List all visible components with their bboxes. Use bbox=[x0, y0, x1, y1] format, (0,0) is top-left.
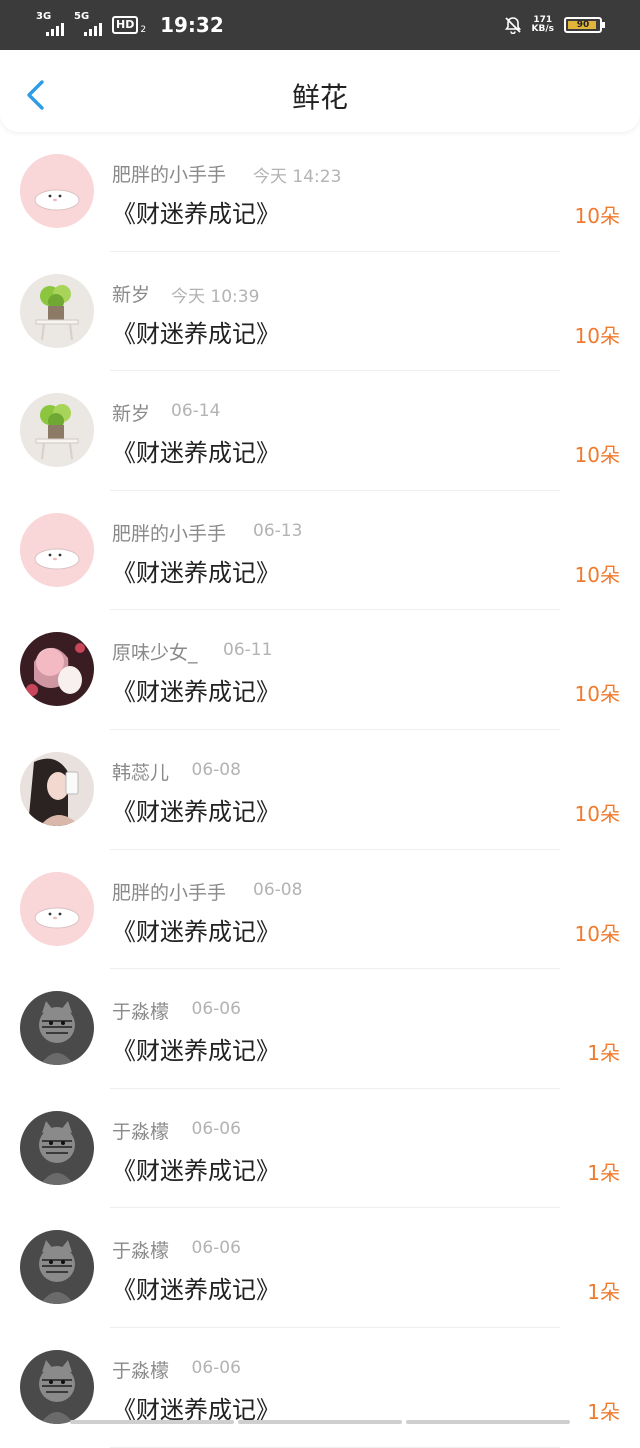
book-title: 《财迷养成记》 bbox=[112, 1156, 280, 1185]
book-title: 《财迷养成记》 bbox=[112, 917, 280, 946]
timestamp: 06-06 bbox=[191, 1118, 241, 1139]
list-item[interactable]: 于淼檬 06-06 《财迷养成记》 1朵 bbox=[0, 1328, 640, 1448]
list-item[interactable]: 新岁 06-14 《财迷养成记》 10朵 bbox=[0, 371, 640, 491]
flower-list: 肥胖的小手手 今天 14:23 《财迷养成记》 10朵 新岁 今天 10:39 《财迷养成记… bbox=[0, 132, 640, 1448]
sender-name: 肥胖的小手手 bbox=[112, 881, 227, 904]
flower-count: 1朵 bbox=[587, 1399, 620, 1424]
speed-unit: KB/s bbox=[531, 24, 554, 34]
flower-count: 10朵 bbox=[574, 204, 620, 228]
book-title: 《财迷养成记》 bbox=[112, 439, 280, 468]
network-speed: 171 KB/s bbox=[532, 16, 554, 34]
flower-count: 10朵 bbox=[574, 801, 620, 826]
network-5g-label: 5G bbox=[74, 11, 90, 22]
sender-name: 新岁 bbox=[112, 403, 151, 426]
list-item[interactable]: 肥胖的小手手 06-08 《财迷养成记》 10朵 bbox=[0, 850, 640, 970]
row-divider bbox=[110, 1446, 560, 1448]
timestamp: 06-08 bbox=[191, 759, 241, 780]
timestamp: 06-06 bbox=[191, 1357, 241, 1378]
signal-5g-icon: 5G bbox=[74, 12, 104, 38]
timestamp: 06-06 bbox=[191, 1238, 241, 1259]
sender-name: 肥胖的小手手 bbox=[112, 164, 227, 186]
hd-voice-sub: 2 bbox=[140, 25, 147, 35]
avatar[interactable] bbox=[20, 871, 94, 946]
avatar[interactable] bbox=[20, 1349, 94, 1424]
timestamp: 今天 10:39 bbox=[171, 286, 260, 307]
timestamp: 06-08 bbox=[253, 879, 303, 900]
sender-name: 于淼檬 bbox=[112, 1120, 170, 1143]
gesture-bar bbox=[70, 1420, 570, 1424]
flower-count: 10朵 bbox=[574, 443, 620, 468]
sender-name: 韩蕊儿 bbox=[112, 761, 170, 784]
flower-count: 10朵 bbox=[574, 562, 620, 587]
status-time: 19:32 bbox=[160, 13, 224, 37]
avatar[interactable] bbox=[20, 154, 94, 228]
status-left: 3G 5G HD 2 19:32 bbox=[36, 10, 224, 40]
battery-level: 90 bbox=[576, 20, 590, 30]
book-title: 《财迷养成记》 bbox=[112, 1037, 280, 1066]
timestamp: 今天 14:23 bbox=[253, 167, 342, 187]
sender-name: 肥胖的小手手 bbox=[112, 522, 227, 545]
status-bar: 3G 5G HD 2 19:32 171 KB/s 90 bbox=[0, 0, 640, 50]
flower-count: 1朵 bbox=[587, 1160, 620, 1185]
book-title: 《财迷养成记》 bbox=[112, 678, 280, 707]
sender-name: 原味少女_ bbox=[112, 642, 198, 665]
avatar[interactable] bbox=[20, 1230, 94, 1305]
book-title: 《财迷养成记》 bbox=[112, 558, 280, 587]
network-3g-label: 3G bbox=[36, 11, 52, 22]
list-item[interactable]: 于淼檬 06-06 《财迷养成记》 1朵 bbox=[0, 1208, 640, 1328]
book-title: 《财迷养成记》 bbox=[112, 1276, 280, 1305]
flower-count: 10朵 bbox=[574, 682, 620, 707]
mute-bell-icon bbox=[504, 17, 521, 34]
avatar[interactable] bbox=[20, 1110, 94, 1185]
status-right: 171 KB/s 90 bbox=[504, 13, 605, 37]
list-item[interactable]: 原味少女_ 06-11 《财迷养成记》 10朵 bbox=[0, 610, 640, 730]
avatar[interactable] bbox=[20, 991, 94, 1066]
list-item[interactable]: 韩蕊儿 06-08 《财迷养成记》 10朵 bbox=[0, 730, 640, 850]
flower-count: 10朵 bbox=[574, 323, 620, 348]
avatar[interactable] bbox=[20, 751, 94, 826]
list-item[interactable]: 新岁 今天 10:39 《财迷养成记》 10朵 bbox=[0, 252, 640, 372]
sender-name: 于淼檬 bbox=[112, 1001, 170, 1024]
avatar[interactable] bbox=[20, 632, 94, 707]
book-title: 《财迷养成记》 bbox=[112, 319, 280, 348]
timestamp: 06-06 bbox=[191, 999, 241, 1020]
flower-count: 10朵 bbox=[574, 921, 620, 946]
signal-3g-icon: 3G bbox=[36, 12, 66, 38]
book-title: 《财迷养成记》 bbox=[112, 200, 280, 228]
sender-name: 于淼檬 bbox=[112, 1359, 170, 1382]
timestamp: 06-13 bbox=[253, 520, 303, 541]
battery-icon: 90 bbox=[564, 17, 605, 33]
list-item[interactable]: 于淼檬 06-06 《财迷养成记》 1朵 bbox=[0, 969, 640, 1089]
list-item[interactable]: 于淼檬 06-06 《财迷养成记》 1朵 bbox=[0, 1089, 640, 1209]
sender-name: 于淼檬 bbox=[112, 1240, 170, 1263]
list-item[interactable]: 肥胖的小手手 06-13 《财迷养成记》 10朵 bbox=[0, 491, 640, 611]
avatar[interactable] bbox=[20, 393, 94, 468]
book-title: 《财迷养成记》 bbox=[112, 797, 280, 826]
sender-name: 新岁 bbox=[112, 283, 151, 306]
timestamp: 06-14 bbox=[171, 401, 221, 422]
flower-count: 1朵 bbox=[587, 1280, 620, 1305]
avatar[interactable] bbox=[20, 273, 94, 348]
avatar[interactable] bbox=[20, 512, 94, 587]
list-item[interactable]: 肥胖的小手手 今天 14:23 《财迷养成记》 10朵 bbox=[0, 132, 640, 252]
timestamp: 06-11 bbox=[223, 640, 273, 661]
hd-voice-icon: HD bbox=[112, 16, 139, 34]
flower-count: 1朵 bbox=[587, 1041, 620, 1066]
